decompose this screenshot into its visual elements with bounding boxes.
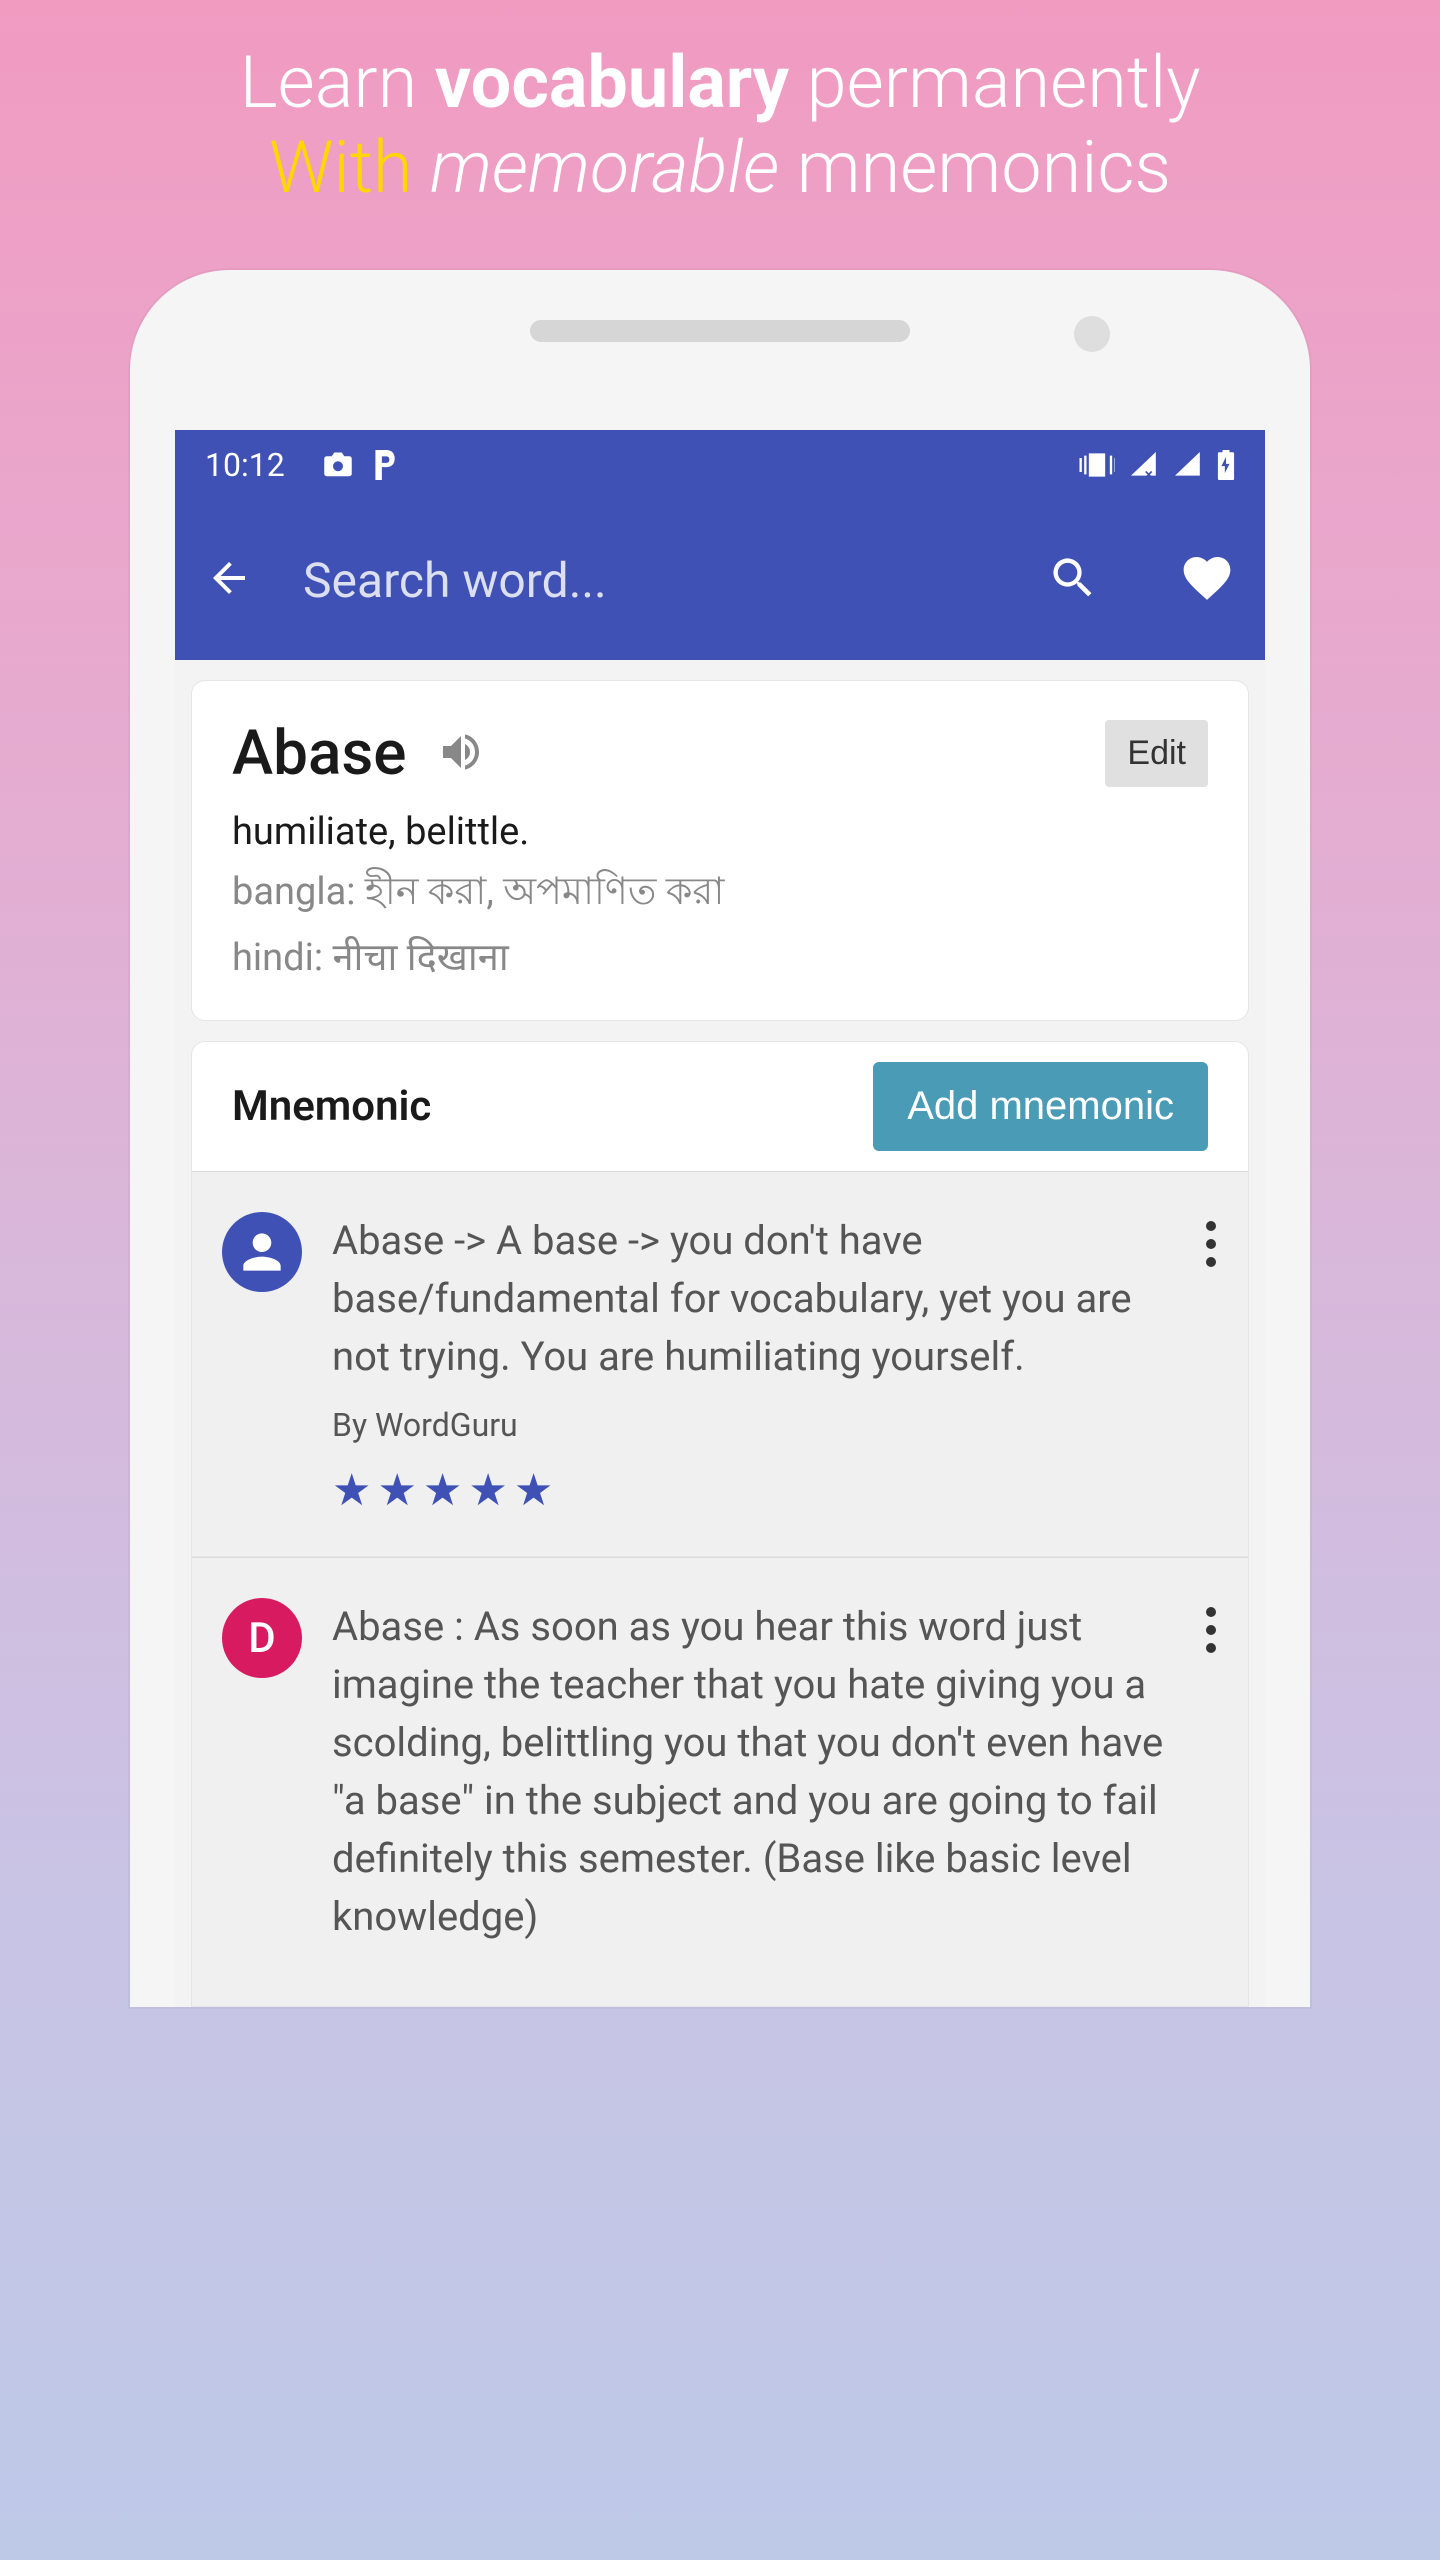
- more-options-icon[interactable]: [1204, 1212, 1218, 1516]
- status-time: 10:12: [205, 446, 285, 484]
- promo-text-italic: memorable: [430, 125, 779, 210]
- search-input[interactable]: Search word...: [303, 552, 967, 609]
- app-p-icon: [371, 450, 397, 480]
- camera-icon: [323, 452, 353, 478]
- promo-text: permanently: [789, 40, 1200, 125]
- phone-mockup-frame: 10:12: [130, 270, 1310, 2007]
- star-icon: ★: [423, 1464, 462, 1516]
- translation-hindi: hindi: नीचा दिखाना: [232, 930, 1208, 982]
- word-definition: humiliate, belittle.: [232, 810, 1208, 854]
- app-bar: Search word...: [175, 500, 1265, 660]
- signal-icon: [1173, 452, 1203, 478]
- phone-screen: 10:12: [175, 430, 1265, 2007]
- mnemonic-item: Abase -> A base -> you don't have base/f…: [191, 1171, 1249, 1557]
- promo-line-1: Learn vocabulary permanently: [60, 40, 1380, 125]
- mnemonic-section-header: Mnemonic Add mnemonic: [191, 1041, 1249, 1171]
- more-options-icon[interactable]: [1204, 1598, 1218, 1966]
- star-icon: ★: [514, 1464, 553, 1516]
- promo-text: mnemonics: [779, 125, 1171, 210]
- word-title: Abase: [232, 717, 407, 790]
- heart-icon[interactable]: [1179, 550, 1235, 610]
- mnemonic-item: D Abase : As soon as you hear this word …: [191, 1557, 1249, 2007]
- add-mnemonic-button[interactable]: Add mnemonic: [873, 1062, 1208, 1151]
- promo-line-2: With memorable mnemonics: [60, 125, 1380, 210]
- star-icon: ★: [468, 1464, 507, 1516]
- speaker-icon[interactable]: [437, 728, 485, 780]
- search-icon[interactable]: [1047, 552, 1099, 608]
- mnemonic-text: Abase : As soon as you hear this word ju…: [332, 1598, 1174, 1946]
- star-icon: ★: [377, 1464, 416, 1516]
- avatar-letter: D: [248, 1614, 275, 1663]
- mnemonic-text: Abase -> A base -> you don't have base/f…: [332, 1212, 1174, 1386]
- promo-text-yellow: With: [269, 125, 430, 210]
- avatar[interactable]: D: [222, 1598, 302, 1678]
- status-bar: 10:12: [175, 430, 1265, 500]
- star-rating[interactable]: ★ ★ ★ ★ ★: [332, 1464, 1174, 1516]
- promo-text-bold: vocabulary: [435, 40, 789, 125]
- back-arrow-icon[interactable]: [205, 554, 253, 606]
- phone-camera-dot: [1074, 316, 1110, 352]
- word-definition-card: Abase Edit humiliate, belittle. bangla: …: [191, 680, 1249, 1021]
- promo-banner: Learn vocabulary permanently With memora…: [0, 0, 1440, 230]
- vibrate-icon: [1079, 451, 1115, 479]
- translation-bangla: bangla: হীন করা, অপমাণিত করা: [232, 862, 1208, 926]
- star-icon: ★: [332, 1464, 371, 1516]
- promo-text: Learn: [240, 40, 435, 125]
- edit-button[interactable]: Edit: [1105, 720, 1208, 787]
- mnemonic-author: By WordGuru: [332, 1406, 1174, 1444]
- signal-no-data-icon: [1129, 452, 1159, 478]
- battery-charging-icon: [1217, 450, 1235, 480]
- avatar[interactable]: [222, 1212, 302, 1292]
- phone-speaker-notch: [530, 320, 910, 342]
- mnemonic-section-title: Mnemonic: [232, 1082, 431, 1131]
- content-area: Abase Edit humiliate, belittle. bangla: …: [175, 660, 1265, 2007]
